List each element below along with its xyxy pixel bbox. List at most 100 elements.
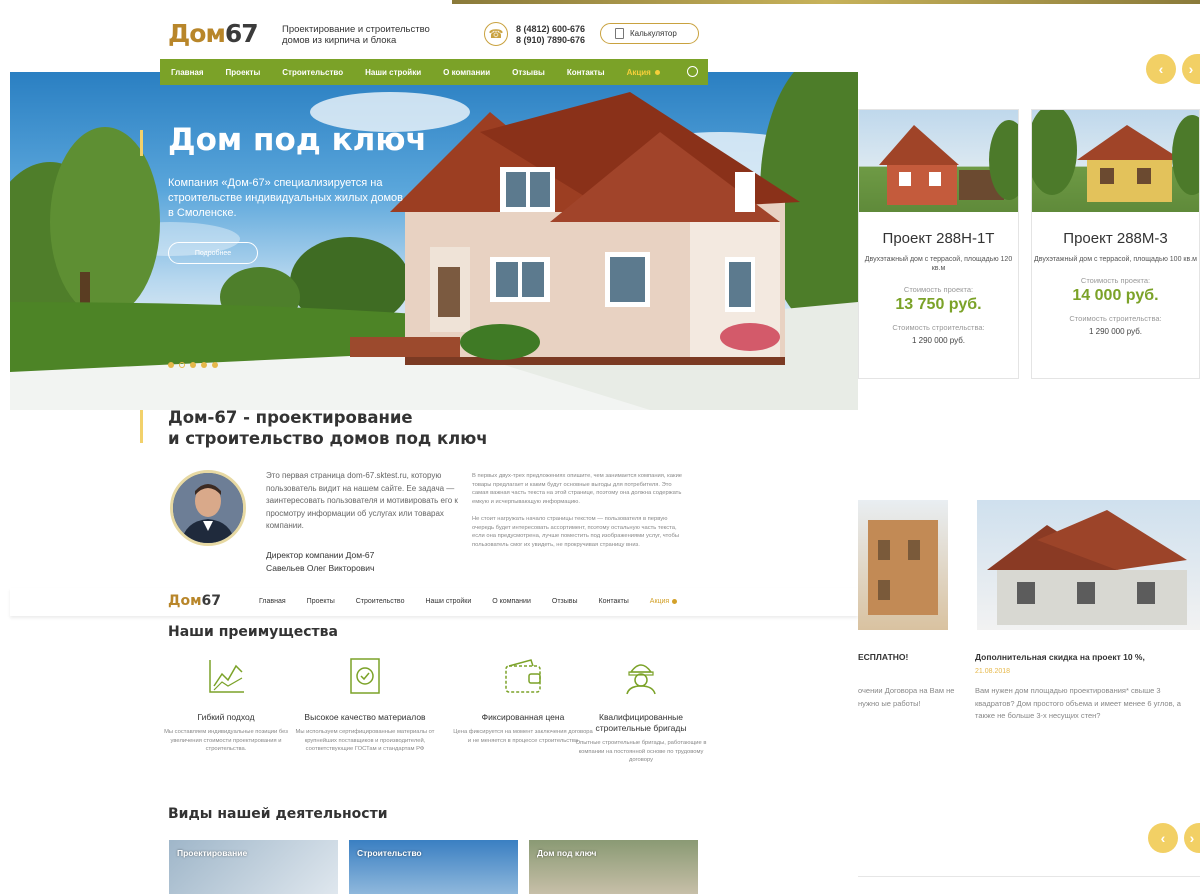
- advantages-title: Наши преимущества: [168, 624, 338, 640]
- search-icon[interactable]: [687, 66, 698, 77]
- phone-1[interactable]: 8 (4812) 600-676: [516, 24, 585, 35]
- divider: [858, 876, 1200, 877]
- intro-title-line1: Дом-67 - проектирование: [168, 408, 413, 427]
- slider-dots: [168, 362, 218, 368]
- sticky-nav-construction[interactable]: Строительство: [356, 598, 405, 605]
- intro-title-line2: и строительство домов под ключ: [168, 429, 488, 448]
- nav-item-promo[interactable]: Акция: [627, 68, 660, 77]
- advantage-title: Квалифицированные строительные бригады: [595, 712, 687, 733]
- hero-accent-bar: [140, 130, 143, 156]
- sticky-nav-about[interactable]: О компании: [492, 598, 531, 605]
- promo-dot-icon: [654, 69, 660, 75]
- intro-accent-bar: [140, 410, 143, 443]
- hero-more-button[interactable]: Подробнее: [168, 242, 258, 264]
- build-price: 1 290 000 руб.: [911, 336, 966, 345]
- advantage-desc: Мы используем сертифицированные материал…: [295, 729, 435, 752]
- project-price: 13 750 руб.: [895, 296, 982, 313]
- arrow-next-icon[interactable]: ›: [1182, 54, 1200, 84]
- logo-text-a: Дом: [168, 19, 226, 48]
- top-banner-strip: [452, 0, 1200, 4]
- nav-item-about[interactable]: О компании: [443, 68, 490, 77]
- nav-item-home[interactable]: Главная: [171, 68, 204, 77]
- activity-tile-turnkey[interactable]: Дом под ключ: [529, 840, 698, 894]
- slider-dot[interactable]: [168, 362, 174, 368]
- news-text: Вам нужен дом площадью проектирования* с…: [975, 686, 1181, 720]
- intro-right-p1: В первых двух-трех предложениях опишите,…: [472, 473, 683, 506]
- news-arrow-prev-icon[interactable]: ‹: [1148, 823, 1178, 853]
- project-price-label: Стоимость проекта:: [1080, 276, 1151, 285]
- advantage-desc: Мы составляем индивидуальные позиции без…: [164, 729, 288, 752]
- news-arrow-next-icon[interactable]: ›: [1184, 823, 1200, 853]
- calculator-label: Калькулятор: [630, 29, 677, 38]
- slider-dot-active[interactable]: [179, 362, 185, 368]
- advantage-desc: Опытные строительные бригады, работающие…: [575, 740, 707, 763]
- worker-icon: [626, 664, 656, 695]
- nav-promo-label: Акция: [626, 67, 651, 77]
- build-price-label: Стоимость строительства:: [892, 323, 985, 332]
- news-image[interactable]: [977, 500, 1200, 630]
- project-price-label: Стоимость проекта:: [903, 285, 974, 294]
- slider-dot[interactable]: [201, 362, 207, 368]
- nav-item-reviews[interactable]: Отзывы: [512, 68, 545, 77]
- sticky-logo[interactable]: Дом67: [168, 593, 221, 609]
- nav-item-construction[interactable]: Строительство: [282, 68, 343, 77]
- advantage-item: Высокое качество материалов Мы используе…: [295, 656, 435, 754]
- news-title[interactable]: Дополнительная скидка на проект 10 %,: [975, 652, 1145, 662]
- news-image[interactable]: [858, 500, 948, 630]
- project-title[interactable]: Проект 288Н-1Т: [859, 230, 1018, 247]
- project-price: 14 000 руб.: [1072, 287, 1159, 304]
- project-title[interactable]: Проект 288М-3: [1032, 230, 1199, 247]
- phone-numbers[interactable]: 8 (4812) 600-676 8 (910) 7890-676: [516, 24, 585, 46]
- advantage-item: Гибкий подход Мы составляем индивидуальн…: [156, 656, 296, 754]
- sticky-nav-promo[interactable]: Акция: [649, 598, 678, 605]
- news-date: 21.08.2018: [975, 668, 1011, 675]
- nav-item-our-sites[interactable]: Наши стройки: [365, 68, 421, 77]
- hero-text: Компания «Дом-67» специализируется на ст…: [168, 177, 403, 219]
- intro-right-text: В первых двух-трех предложениях опишите,…: [472, 472, 688, 550]
- activity-tile-design[interactable]: Проектирование: [169, 840, 338, 894]
- phone-icon: ☎: [484, 22, 508, 46]
- build-price: 1 290 000 руб.: [1088, 327, 1143, 336]
- nav-item-projects[interactable]: Проекты: [226, 68, 261, 77]
- phone-2[interactable]: 8 (910) 7890-676: [516, 35, 585, 46]
- advantage-title: Гибкий подход: [197, 712, 255, 722]
- project-desc: Двухэтажный дом с террасой, площадью 120…: [864, 256, 1013, 272]
- project-image: [1032, 110, 1199, 212]
- hero-illustration: [10, 72, 858, 410]
- arrow-prev-icon[interactable]: ‹: [1146, 54, 1176, 84]
- activity-tile-construction[interactable]: Строительство: [349, 840, 518, 894]
- nav-item-contacts[interactable]: Контакты: [567, 68, 605, 77]
- wallet-icon: [505, 659, 541, 693]
- hero-title: Дом под ключ: [168, 122, 427, 158]
- logo-text-b: 67: [224, 19, 259, 48]
- sticky-nav-projects[interactable]: Проекты: [307, 598, 335, 605]
- project-card[interactable]: Проект 288М-3 Двухэтажный дом с террасой…: [1031, 109, 1200, 379]
- activity-tile-label: Проектирование: [177, 848, 248, 858]
- sticky-nav-reviews[interactable]: Отзывы: [552, 598, 578, 605]
- news-title[interactable]: ЕСПЛАТНО!: [858, 652, 908, 662]
- activity-tile-label: Строительство: [357, 848, 422, 858]
- slider-dot[interactable]: [190, 362, 196, 368]
- sticky-nav-home[interactable]: Главная: [259, 598, 286, 605]
- sticky-promo-label: Акция: [649, 598, 670, 605]
- hero-slider: [10, 72, 858, 410]
- slider-dot[interactable]: [212, 362, 218, 368]
- sticky-logo-b: 67: [201, 593, 222, 609]
- sticky-nav-our-sites[interactable]: Наши стройки: [425, 598, 471, 605]
- calculator-button[interactable]: Калькулятор: [600, 23, 699, 44]
- activity-tile-label: Дом под ключ: [537, 848, 597, 858]
- sticky-nav-contacts[interactable]: Контакты: [599, 598, 629, 605]
- advantage-item: Квалифицированные строительные бригады О…: [571, 656, 711, 765]
- certificate-icon: [350, 658, 380, 694]
- director-avatar: [170, 470, 246, 546]
- tagline: Проектирование и строительство домов из …: [282, 24, 430, 46]
- news-text: очении Договора на Вам не нужно ые работ…: [858, 686, 955, 708]
- promo-dot-icon: [672, 598, 678, 604]
- logo[interactable]: Дом 67: [168, 14, 259, 48]
- build-price-label: Стоимость строительства:: [1069, 314, 1162, 323]
- intro-paragraph: Это первая страница dom-67.sktest.ru, ко…: [266, 471, 458, 530]
- project-card[interactable]: Проект 288Н-1Т Двухэтажный дом с террасо…: [858, 109, 1019, 379]
- calculator-icon: [615, 28, 624, 39]
- project-desc: Двухэтажный дом с террасой, площадью 100…: [1034, 256, 1197, 263]
- chart-icon: [209, 660, 244, 693]
